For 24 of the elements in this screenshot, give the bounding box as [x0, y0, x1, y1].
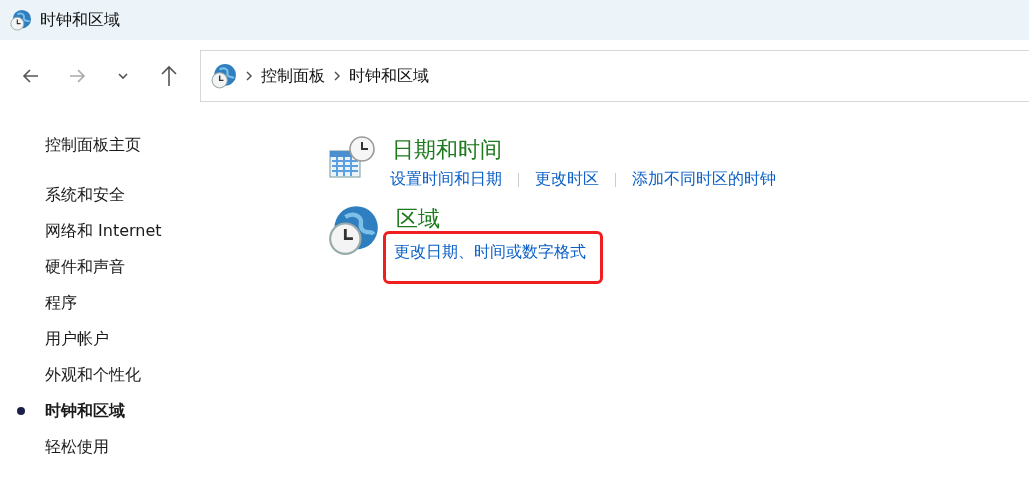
sidebar-item[interactable]: 轻松使用	[45, 429, 290, 465]
sidebar-link[interactable]: 控制面板主页	[45, 135, 290, 163]
address-bar[interactable]: 控制面板 时钟和区域	[200, 50, 1029, 102]
category-title[interactable]: 区域	[396, 204, 600, 234]
sidebar-item[interactable]: 时钟和区域	[45, 393, 290, 429]
task-link[interactable]: 添加不同时区的时钟	[632, 165, 776, 194]
location-icon	[211, 63, 237, 89]
sidebar-item[interactable]: 程序	[45, 285, 290, 321]
globe-clock-icon	[328, 204, 380, 256]
breadcrumb[interactable]: 时钟和区域	[349, 65, 429, 87]
app-icon	[10, 9, 32, 31]
up-arrow-icon[interactable]	[159, 65, 179, 87]
task-link[interactable]: 更改日期、时间或数字格式	[386, 234, 600, 281]
breadcrumb[interactable]: 控制面板	[261, 65, 325, 87]
bullet-icon	[17, 407, 25, 415]
sidebar-item[interactable]: 系统和安全	[45, 177, 290, 213]
task-link[interactable]: 设置时间和日期	[390, 165, 502, 194]
sidebar-item[interactable]: 网络和 Internet	[45, 213, 290, 249]
window-title: 时钟和区域	[40, 9, 120, 31]
task-link[interactable]: 更改时区	[535, 165, 599, 194]
sidebar-item[interactable]: 用户帐户	[45, 321, 290, 357]
category-title[interactable]: 日期和时间	[392, 135, 776, 165]
sidebar-item[interactable]: 外观和个性化	[45, 357, 290, 393]
sidebar-item[interactable]: 硬件和声音	[45, 249, 290, 285]
